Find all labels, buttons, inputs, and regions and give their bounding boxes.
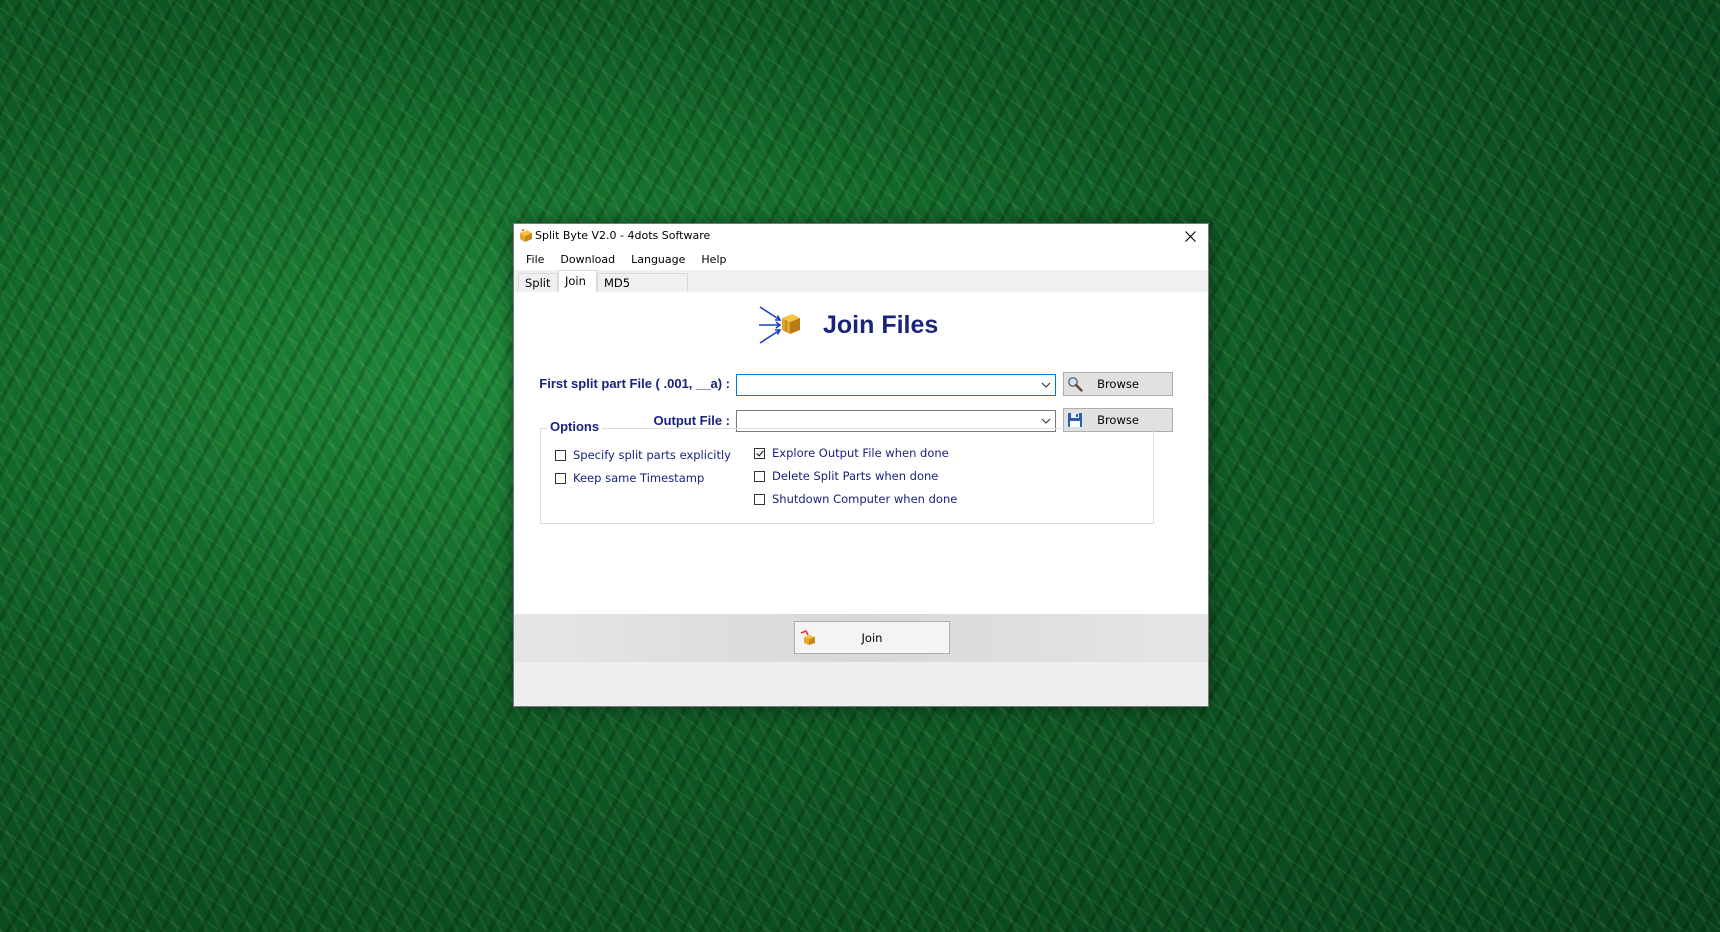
- menu-help[interactable]: Help: [693, 251, 734, 268]
- tab-strip: Split Join MD5 Checksum: [514, 270, 1208, 308]
- delete-parts-label[interactable]: Delete Split Parts when done: [772, 469, 938, 483]
- split-byte-logo-icon: [520, 229, 532, 242]
- floppy-disk-icon: [1068, 413, 1082, 427]
- keep-timestamp-label[interactable]: Keep same Timestamp: [573, 471, 704, 485]
- shutdown-checkbox[interactable]: [754, 493, 765, 505]
- join-panel: Join Files First split part File ( .001,…: [518, 292, 1204, 612]
- browse-output-label: Browse: [1097, 413, 1139, 427]
- first-part-label: First split part File ( .001, __a) :: [539, 376, 730, 391]
- first-part-input[interactable]: [737, 375, 1037, 395]
- join-button-label: Join: [861, 630, 883, 645]
- chevron-down-icon[interactable]: [1040, 380, 1052, 390]
- chevron-down-icon[interactable]: [1040, 416, 1052, 426]
- specify-parts-checkbox[interactable]: [555, 449, 566, 461]
- keep-timestamp-checkbox[interactable]: [555, 472, 566, 484]
- join-action-icon: [800, 630, 815, 645]
- browse-first-part-button[interactable]: Browse: [1063, 372, 1173, 396]
- page-title: Join Files: [823, 311, 939, 339]
- menu-bar: File Download Language Help: [514, 248, 1208, 270]
- specify-parts-label[interactable]: Specify split parts explicitly: [573, 448, 731, 462]
- delete-parts-option[interactable]: Delete Split Parts when done: [754, 469, 938, 483]
- menu-file[interactable]: File: [518, 251, 552, 268]
- menu-download[interactable]: Download: [552, 251, 623, 268]
- window-title: Split Byte V2.0 - 4dots Software: [535, 229, 711, 242]
- close-icon: [1184, 230, 1196, 242]
- explore-output-label[interactable]: Explore Output File when done: [772, 446, 949, 460]
- first-part-combo[interactable]: [736, 374, 1056, 396]
- options-title: Options: [547, 419, 603, 434]
- close-button[interactable]: [1172, 224, 1208, 248]
- keep-timestamp-option[interactable]: Keep same Timestamp: [555, 471, 704, 485]
- explore-output-checkbox[interactable]: [754, 447, 765, 459]
- magnifier-icon: [1068, 377, 1083, 392]
- shutdown-option[interactable]: Shutdown Computer when done: [754, 492, 957, 506]
- options-group: Options Specify split parts explicitly K…: [540, 419, 1154, 524]
- shutdown-label[interactable]: Shutdown Computer when done: [772, 492, 957, 506]
- tab-join[interactable]: Join: [558, 270, 597, 292]
- explore-output-option[interactable]: Explore Output File when done: [754, 446, 949, 460]
- delete-parts-checkbox[interactable]: [754, 470, 765, 482]
- tab-split[interactable]: Split: [518, 273, 558, 291]
- specify-parts-option[interactable]: Specify split parts explicitly: [555, 448, 731, 462]
- menu-language[interactable]: Language: [623, 251, 693, 268]
- split-byte-window: Split Byte V2.0 - 4dots Software File Do…: [513, 223, 1209, 707]
- tab-md5-checksum[interactable]: MD5 Checksum: [597, 273, 688, 308]
- join-files-icon: [759, 306, 800, 344]
- status-bar: [514, 662, 1208, 706]
- action-bar: Join: [514, 614, 1208, 662]
- output-file-label: Output File :: [653, 413, 730, 428]
- join-button[interactable]: Join: [794, 621, 950, 654]
- title-bar[interactable]: Split Byte V2.0 - 4dots Software: [514, 224, 1208, 248]
- browse-first-part-label: Browse: [1097, 377, 1139, 391]
